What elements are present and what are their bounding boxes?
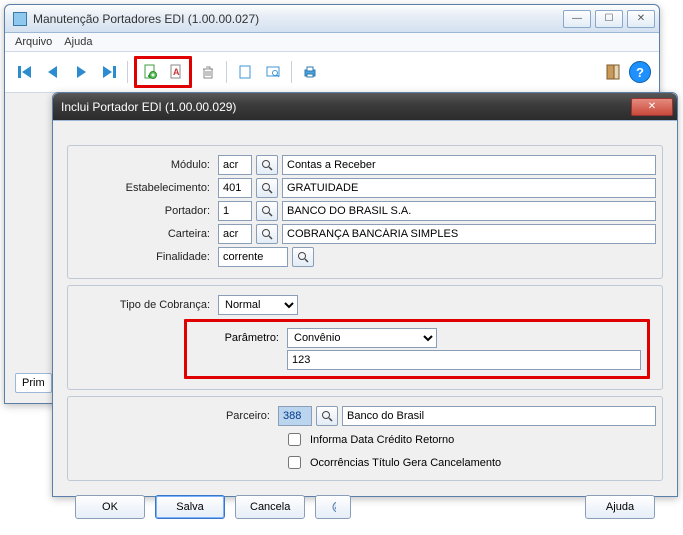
- dialog-button-bar: OK Salva Cancela Ajuda: [63, 487, 667, 529]
- parametro-valor-input[interactable]: [287, 350, 641, 370]
- dialog-body: Módulo: Estabelecimento: Portador: Carte…: [53, 121, 677, 535]
- parent-title: Manutenção Portadores EDI (1.00.00.027): [33, 12, 557, 26]
- estab-desc-input[interactable]: [282, 178, 656, 198]
- estab-lookup-icon[interactable]: [256, 178, 278, 198]
- edit-record-icon[interactable]: A: [164, 60, 188, 84]
- app-icon: [13, 12, 27, 26]
- parceiro-lookup-icon[interactable]: [316, 406, 338, 426]
- delete-icon[interactable]: [196, 60, 220, 84]
- modulo-code-input[interactable]: [218, 155, 252, 175]
- tipo-cobranca-combo[interactable]: Normal: [218, 295, 298, 315]
- group-cobranca: Tipo de Cobrança: Normal Parâmetro: Conv…: [67, 285, 663, 390]
- nav-next-icon[interactable]: [69, 60, 93, 84]
- modulo-lookup-icon[interactable]: [256, 155, 278, 175]
- attach-icon-button[interactable]: [315, 495, 351, 519]
- group-identificacao: Módulo: Estabelecimento: Portador: Carte…: [67, 145, 663, 279]
- label-modulo: Módulo:: [74, 159, 214, 171]
- parceiro-code-input[interactable]: [278, 406, 312, 426]
- cancela-button[interactable]: Cancela: [235, 495, 305, 519]
- group-parceiro: Parceiro: Informa Data Crédito Retorno O…: [67, 396, 663, 481]
- menu-ajuda[interactable]: Ajuda: [64, 36, 92, 48]
- finalidade-input[interactable]: [218, 247, 288, 267]
- highlight-box-parametro: Parâmetro: Convênio: [184, 319, 650, 379]
- portador-code-input[interactable]: [218, 201, 252, 221]
- label-finalidade: Finalidade:: [74, 251, 214, 263]
- minimize-button[interactable]: —: [563, 10, 591, 28]
- check-informa-data[interactable]: [288, 433, 301, 446]
- toolbar-separator: [226, 61, 227, 83]
- parent-titlebar: Manutenção Portadores EDI (1.00.00.027) …: [5, 5, 659, 33]
- parametro-combo[interactable]: Convênio: [287, 328, 437, 348]
- label-portador: Portador:: [74, 205, 214, 217]
- check-ocorrencias-label: Ocorrências Título Gera Cancelamento: [310, 457, 501, 469]
- carteira-desc-input[interactable]: [282, 224, 656, 244]
- dialog-title: Inclui Portador EDI (1.00.00.029): [61, 100, 625, 114]
- exit-icon[interactable]: [601, 60, 625, 84]
- parent-clipped-button[interactable]: Prim: [15, 373, 52, 393]
- document-icon[interactable]: [233, 60, 257, 84]
- carteira-lookup-icon[interactable]: [256, 224, 278, 244]
- svg-text:A: A: [173, 67, 180, 77]
- dialog-titlebar: Inclui Portador EDI (1.00.00.029) ✕: [53, 93, 677, 121]
- help-icon[interactable]: ?: [629, 61, 651, 83]
- nav-first-icon[interactable]: [13, 60, 37, 84]
- parent-clipped-label: Prim: [22, 377, 45, 389]
- modulo-desc-input[interactable]: [282, 155, 656, 175]
- ajuda-button[interactable]: Ajuda: [585, 495, 655, 519]
- check-informa-data-label: Informa Data Crédito Retorno: [310, 434, 454, 446]
- check-ocorrencias[interactable]: [288, 456, 301, 469]
- menu-arquivo[interactable]: Arquivo: [15, 36, 52, 48]
- close-button[interactable]: ✕: [627, 10, 655, 28]
- nav-last-icon[interactable]: [97, 60, 121, 84]
- label-carteira: Carteira:: [74, 228, 214, 240]
- nav-prev-icon[interactable]: [41, 60, 65, 84]
- new-record-icon[interactable]: [138, 60, 162, 84]
- search-screen-icon[interactable]: [261, 60, 285, 84]
- toolbar-separator: [291, 61, 292, 83]
- label-parceiro: Parceiro:: [74, 410, 274, 422]
- maximize-button[interactable]: ☐: [595, 10, 623, 28]
- salva-button[interactable]: Salva: [155, 495, 225, 519]
- portador-lookup-icon[interactable]: [256, 201, 278, 221]
- label-estab: Estabelecimento:: [74, 182, 214, 194]
- estab-code-input[interactable]: [218, 178, 252, 198]
- portador-desc-input[interactable]: [282, 201, 656, 221]
- ok-button[interactable]: OK: [75, 495, 145, 519]
- toolbar-separator: [127, 61, 128, 83]
- print-icon[interactable]: [298, 60, 322, 84]
- dialog-close-button[interactable]: ✕: [631, 98, 673, 116]
- carteira-code-input[interactable]: [218, 224, 252, 244]
- menubar: Arquivo Ajuda: [5, 33, 659, 52]
- parceiro-desc-input[interactable]: [342, 406, 656, 426]
- label-tipo-cobranca: Tipo de Cobrança:: [74, 299, 214, 311]
- toolbar: A ?: [5, 52, 659, 93]
- finalidade-lookup-icon[interactable]: [292, 247, 314, 267]
- label-parametro: Parâmetro:: [193, 332, 283, 344]
- highlight-box-toolbar: A: [134, 56, 192, 88]
